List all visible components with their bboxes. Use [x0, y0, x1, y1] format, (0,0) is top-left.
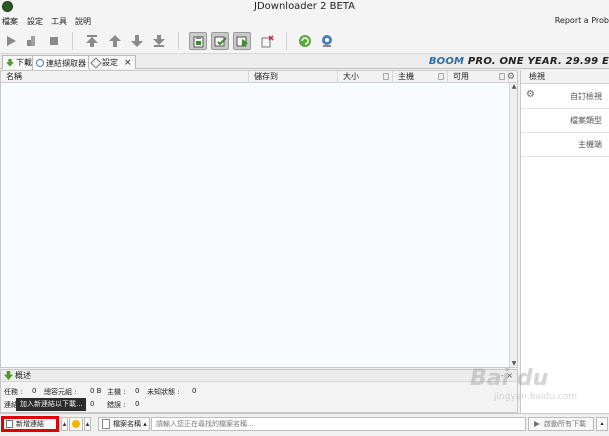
side-item-file-type[interactable]: 檔案類型 [521, 109, 609, 133]
tab-bar: 下載 連結擷取器 設定 × BOOM PRO. ONE YEAR. 29.99 … [0, 54, 609, 70]
linkgrabber-tab-icon [36, 59, 44, 67]
report-problem-link[interactable]: Report a Prob [555, 16, 609, 25]
column-available[interactable]: 可用 [448, 71, 509, 83]
pause-icon[interactable] [22, 32, 40, 50]
move-top-icon[interactable] [83, 32, 101, 50]
auto-confirm-icon[interactable] [211, 32, 229, 50]
update-icon[interactable] [318, 32, 336, 50]
add-links-menu-button[interactable]: ▴ [61, 417, 68, 431]
side-item-label: 檔案類型 [570, 116, 602, 125]
reconnect-icon[interactable] [296, 32, 314, 50]
linkgrabber-table[interactable]: 名稱 儲存到 大小 主機 可用 ⚙ ▲ ▼ [0, 70, 518, 368]
close-icon[interactable]: × [124, 58, 132, 68]
lock-icon [383, 73, 389, 80]
overview-label: 總容元組 : [44, 388, 77, 396]
overview-header: 概述 - × [1, 370, 517, 382]
overview-value: 0 [192, 387, 197, 395]
toolbar [0, 28, 609, 54]
column-size[interactable]: 大小 [338, 71, 393, 83]
menu-file[interactable]: 檔案 [2, 16, 18, 27]
column-settings-gear-icon[interactable]: ⚙ [507, 72, 515, 82]
tab-settings[interactable]: 設定 × [88, 55, 136, 69]
search-input[interactable] [151, 417, 526, 431]
add-link-icon [6, 420, 13, 428]
table-header: 名稱 儲存到 大小 主機 可用 ⚙ [1, 71, 517, 83]
column-available-label: 可用 [453, 72, 469, 81]
settings-tab-icon [90, 56, 102, 69]
bottom-bar: 新增連結 ▴ ▴ 檔案名稱 ▴ 啟動所有下載 ▴ [0, 413, 609, 436]
start-all-downloads-button[interactable]: 啟動所有下載 [528, 417, 594, 431]
lock-icon [499, 73, 505, 80]
overview-value: 0 B [90, 387, 102, 395]
start-all-label: 啟動所有下載 [544, 420, 586, 428]
toolbar-separator [286, 32, 287, 50]
play-icon [534, 421, 540, 427]
document-icon [102, 419, 110, 429]
window-title: JDownloader 2 BETA [254, 1, 355, 12]
watermark-text: Bai du [470, 366, 549, 391]
table-scrollbar[interactable]: ▲ ▼ [509, 83, 517, 367]
stop-icon[interactable] [45, 32, 63, 50]
column-size-label: 大小 [343, 72, 359, 81]
overview-label: 錯誤 : [107, 401, 126, 409]
tab-download[interactable]: 下載 [2, 55, 36, 69]
tab-settings-label: 設定 [102, 58, 118, 67]
watermark-subtext: jingyan.baidu.com [494, 392, 578, 402]
move-bottom-icon[interactable] [150, 32, 168, 50]
auto-start-icon[interactable] [233, 32, 251, 50]
clear-menu-button[interactable]: ▴ [84, 417, 91, 431]
view-side-panel: 檢視 ⚙ 自訂檢視 檔案類型 主機端 [520, 70, 609, 413]
menu-settings[interactable]: 設定 [27, 16, 43, 27]
tab-download-label: 下載 [16, 58, 32, 67]
scroll-up-arrow-icon[interactable]: ▲ [510, 83, 518, 90]
move-down-icon[interactable] [128, 32, 146, 50]
column-host-label: 主機 [398, 72, 414, 81]
tab-linkgrabber-label: 連結擷取器 [46, 58, 86, 68]
menu-tools[interactable]: 工具 [51, 16, 67, 27]
overview-label: 任務 : [4, 388, 23, 396]
promo-brand: BOOM [428, 56, 465, 67]
gear-icon[interactable]: ⚙ [526, 89, 535, 100]
side-item-label: 自訂檢視 [570, 92, 602, 101]
add-links-label: 新增連結 [16, 420, 44, 428]
start-all-menu-button[interactable]: ▴ [596, 417, 608, 431]
overview-value: 0 [135, 387, 140, 395]
side-item-custom-view[interactable]: ⚙ 自訂檢視 [521, 85, 609, 109]
promo-banner[interactable]: BOOM PRO. ONE YEAR. 29.99 E [429, 56, 609, 67]
toolbar-separator [178, 32, 179, 50]
play-icon[interactable] [2, 32, 20, 50]
menu-help[interactable]: 說明 [75, 16, 91, 27]
overview-label: 主機 : [107, 388, 126, 396]
clear-filter-button[interactable] [69, 417, 83, 431]
move-up-icon[interactable] [106, 32, 124, 50]
clear-icon [72, 420, 80, 428]
side-item-host[interactable]: 主機端 [521, 133, 609, 157]
lock-icon [438, 73, 444, 80]
overview-label: 未知狀態 : [147, 388, 180, 396]
menu-bar: 檔案 設定 工具 說明 Report a Prob [0, 14, 609, 28]
add-links-tooltip: 加入新連結以下載... [16, 398, 86, 411]
promo-text: PRO. ONE YEAR. 29.99 E [467, 56, 609, 67]
overview-value: 0 [90, 400, 95, 408]
column-name[interactable]: 名稱 [1, 71, 249, 83]
column-save-to[interactable]: 儲存到 [249, 71, 338, 83]
search-filter-dropdown[interactable]: 檔案名稱 ▴ [98, 417, 150, 431]
overview-value: 0 [135, 400, 140, 408]
add-links-button[interactable]: 新增連結 [1, 416, 59, 432]
download-arrow-icon [4, 371, 13, 380]
clipboard-observer-icon[interactable] [189, 32, 207, 50]
tab-linkgrabber[interactable]: 連結擷取器 [32, 55, 90, 70]
title-bar: JDownloader 2 BETA [0, 0, 609, 14]
watermark: Bai du jingyan.baidu.com [470, 366, 600, 410]
filter-label: 檔案名稱 [113, 420, 141, 428]
clear-list-icon[interactable] [258, 32, 276, 50]
side-item-label: 主機端 [578, 140, 602, 149]
overview-value: 0 [32, 387, 37, 395]
download-tab-icon [6, 58, 14, 67]
overview-title: 概述 [15, 371, 31, 380]
side-panel-title: 檢視 [521, 70, 609, 84]
column-host[interactable]: 主機 [393, 71, 448, 83]
toolbar-separator [72, 32, 73, 50]
